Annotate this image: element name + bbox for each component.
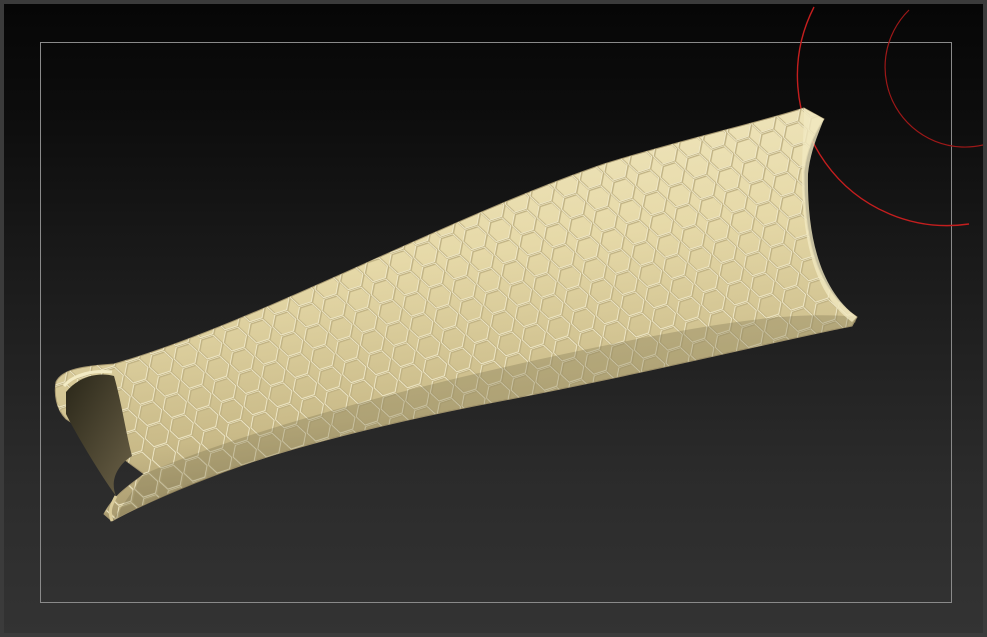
gizmo-inner-ring bbox=[884, 9, 983, 148]
honeycomb-sleeve-model[interactable] bbox=[54, 107, 858, 522]
3d-viewport[interactable] bbox=[0, 0, 987, 637]
honeycomb-texture bbox=[55, 108, 858, 521]
rotation-gizmo-icon[interactable] bbox=[796, 6, 987, 227]
scene bbox=[54, 6, 987, 522]
gizmo-outer-ring bbox=[796, 6, 970, 227]
